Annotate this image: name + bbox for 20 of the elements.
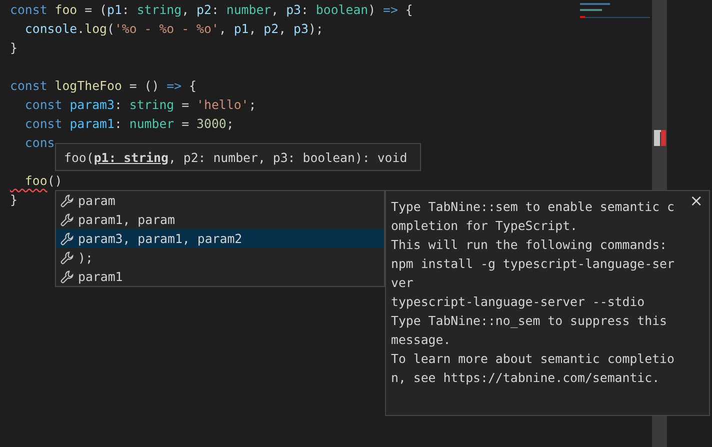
code-line: cons xyxy=(24,134,55,152)
code-line: const param3: string = 'hello'; xyxy=(24,96,256,114)
details-text: npm install -g typescript-language-ser xyxy=(391,255,674,273)
code-line: } xyxy=(10,191,18,209)
details-text: To learn more about semantic completio xyxy=(391,350,674,368)
code-line: const param1: number = 3000; xyxy=(24,115,234,133)
details-text: Type TabNine::no_sem to suppress this xyxy=(391,312,668,330)
signature-text: foo(p1: string, p2: number, p3: boolean): void xyxy=(64,150,408,164)
code-line: console.log('%o - %o - %o', p1, p2, p3); xyxy=(24,20,324,38)
details-text: Type TabNine::sem to enable semantic c xyxy=(391,198,674,216)
details-text: ver xyxy=(391,274,414,292)
code-line: const logTheFoo = () => { xyxy=(10,77,197,95)
code-line: foo() xyxy=(24,172,62,190)
details-text: typescript-language-server --stdio xyxy=(391,293,645,311)
code-line: const foo = (p1: string, p2: number, p3: boolean) => { xyxy=(10,1,413,19)
details-text: n, see https://tabnine.com/semantic. xyxy=(391,369,660,387)
details-text: message. xyxy=(391,331,451,349)
details-text: ompletion for TypeScript. xyxy=(391,217,578,235)
code-line: } xyxy=(10,39,18,57)
details-text: This will run the following commands: xyxy=(391,236,668,254)
